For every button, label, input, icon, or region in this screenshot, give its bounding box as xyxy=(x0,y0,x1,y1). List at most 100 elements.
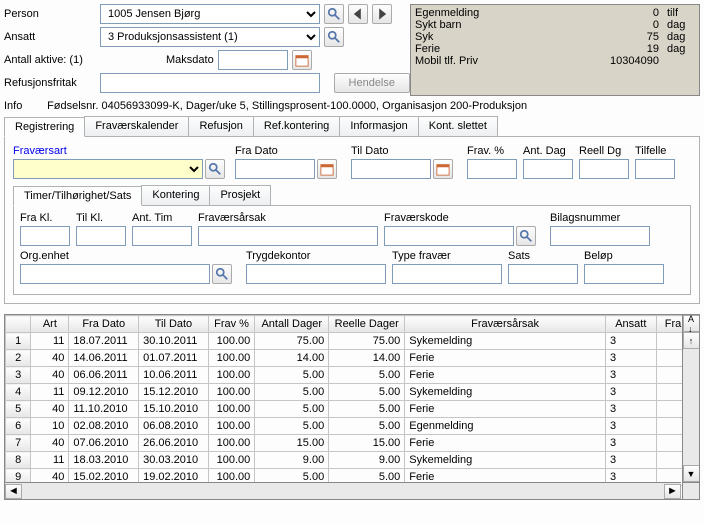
maksdato-input[interactable] xyxy=(218,50,288,70)
registrering-panel: Fraværsart Fra Dato Til Dato Frav. % Ant… xyxy=(4,137,700,304)
row-number[interactable]: 4 xyxy=(6,384,31,401)
fravaerskode-input[interactable] xyxy=(384,226,514,246)
fravaersart-select[interactable] xyxy=(13,159,203,179)
belop-input[interactable] xyxy=(584,264,664,284)
tab-refusjon[interactable]: Refusjon xyxy=(188,116,253,136)
trygdekontor-label: Trygdekontor xyxy=(246,250,386,262)
column-header[interactable]: Art xyxy=(31,316,69,333)
main-tabs: RegistreringFraværskalenderRefusjonRef.k… xyxy=(4,116,700,137)
search-icon[interactable] xyxy=(324,27,344,47)
vertical-scrollbar[interactable]: A↓ ↑ ▼ xyxy=(682,315,699,482)
type-fravaer-label: Type fravær xyxy=(392,250,502,262)
stat-value: 19 xyxy=(603,43,659,55)
column-header[interactable]: Ansatt xyxy=(605,316,656,333)
table-row[interactable]: 81118.03.201030.03.2010100.009.009.00Syk… xyxy=(6,452,699,469)
tab-registrering[interactable]: Registrering xyxy=(4,117,85,137)
search-icon[interactable] xyxy=(212,264,232,284)
frav-pct-input[interactable] xyxy=(467,159,517,179)
next-record-button[interactable] xyxy=(372,4,392,24)
til-kl-label: Til Kl. xyxy=(76,212,126,224)
hendelse-button[interactable]: Hendelse xyxy=(334,73,410,93)
table-row[interactable]: 61002.08.201006.08.2010100.005.005.00Ege… xyxy=(6,418,699,435)
tab-kont-slettet[interactable]: Kont. slettet xyxy=(418,116,498,136)
frav-pct-label: Frav. % xyxy=(467,145,517,157)
stat-value: 10304090 xyxy=(603,55,659,67)
column-header[interactable]: Fra Dato xyxy=(69,316,139,333)
column-header[interactable] xyxy=(6,316,31,333)
tab-ref-kontering[interactable]: Ref.kontering xyxy=(253,116,340,136)
scroll-left-icon[interactable]: ◄ xyxy=(5,484,22,499)
row-number[interactable]: 3 xyxy=(6,367,31,384)
ant-tim-input[interactable] xyxy=(132,226,192,246)
search-icon[interactable] xyxy=(205,159,225,179)
person-select[interactable]: 1005 Jensen Bjørg xyxy=(100,4,320,24)
table-row[interactable]: 54011.10.201015.10.2010100.005.005.00Fer… xyxy=(6,401,699,418)
ansatt-select[interactable]: 3 Produksjonsassistent (1) xyxy=(100,27,320,47)
subtab-timer-tilh-righet-sats[interactable]: Timer/Tilhørighet/Sats xyxy=(13,186,142,206)
stat-name: Egenmelding xyxy=(415,7,603,19)
table-row[interactable]: 34006.06.201110.06.2011100.005.005.00Fer… xyxy=(6,367,699,384)
person-label: Person xyxy=(4,8,96,20)
stat-row: Syk75dag xyxy=(415,31,695,43)
horizontal-scrollbar[interactable]: ◄ ► xyxy=(5,482,681,499)
stat-row: Sykt barn0dag xyxy=(415,19,695,31)
fra-dato-input[interactable] xyxy=(235,159,315,179)
type-fravaer-input[interactable] xyxy=(392,264,502,284)
stats-panel: Egenmelding0tilfSykt barn0dagSyk75dagFer… xyxy=(410,4,700,96)
bilagsnummer-input[interactable] xyxy=(550,226,650,246)
ant-dag-input[interactable] xyxy=(523,159,573,179)
column-header[interactable]: Antall Dager xyxy=(255,316,329,333)
tab-frav-rskalender[interactable]: Fraværskalender xyxy=(84,116,189,136)
info-text: Fødselsnr. 04056933099-K, Dager/uke 5, S… xyxy=(47,100,527,112)
row-number[interactable]: 5 xyxy=(6,401,31,418)
calendar-icon[interactable] xyxy=(433,159,453,179)
row-number[interactable]: 7 xyxy=(6,435,31,452)
column-header[interactable]: Frav % xyxy=(208,316,254,333)
til-dato-input[interactable] xyxy=(351,159,431,179)
stat-row: Egenmelding0tilf xyxy=(415,7,695,19)
scroll-down-icon[interactable]: ▼ xyxy=(683,465,700,482)
sort-asc-icon[interactable]: A↓ xyxy=(683,315,700,332)
calendar-icon[interactable] xyxy=(317,159,337,179)
grid-table[interactable]: ArtFra DatoTil DatoFrav %Antall DagerRee… xyxy=(5,315,699,486)
fravaersart-label[interactable]: Fraværsart xyxy=(13,145,229,157)
row-number[interactable]: 6 xyxy=(6,418,31,435)
maksdato-label: Maksdato xyxy=(166,54,214,66)
row-number[interactable]: 2 xyxy=(6,350,31,367)
sats-input[interactable] xyxy=(508,264,578,284)
stat-name: Ferie xyxy=(415,43,603,55)
refusjonsfritak-input[interactable] xyxy=(100,73,320,93)
table-row[interactable]: 74007.06.201026.06.2010100.0015.0015.00F… xyxy=(6,435,699,452)
stat-name: Syk xyxy=(415,31,603,43)
trygdekontor-input[interactable] xyxy=(246,264,386,284)
til-kl-input[interactable] xyxy=(76,226,126,246)
tab-informasjon[interactable]: Informasjon xyxy=(339,116,418,136)
stat-unit: dag xyxy=(667,19,695,31)
column-header[interactable]: Fraværsårsak xyxy=(405,316,606,333)
belop-label: Beløp xyxy=(584,250,664,262)
scroll-right-icon[interactable]: ► xyxy=(664,484,681,499)
sort-desc-icon[interactable]: ↑ xyxy=(683,332,700,349)
tilfelle-input[interactable] xyxy=(635,159,675,179)
search-icon[interactable] xyxy=(324,4,344,24)
stat-unit: dag xyxy=(667,43,695,55)
table-row[interactable]: 11118.07.201130.10.2011100.0075.0075.00S… xyxy=(6,333,699,350)
column-header[interactable]: Reelle Dager xyxy=(329,316,405,333)
fra-kl-input[interactable] xyxy=(20,226,70,246)
subtab-kontering[interactable]: Kontering xyxy=(141,185,210,205)
reell-dg-input[interactable] xyxy=(579,159,629,179)
subtab-prosjekt[interactable]: Prosjekt xyxy=(209,185,271,205)
org-enhet-input[interactable] xyxy=(20,264,210,284)
fravaersarsak-input[interactable] xyxy=(198,226,378,246)
prev-record-button[interactable] xyxy=(348,4,368,24)
search-icon[interactable] xyxy=(516,226,536,246)
fravaerskode-label: Fraværskode xyxy=(384,212,544,224)
info-label: Info xyxy=(4,100,44,112)
row-number[interactable]: 1 xyxy=(6,333,31,350)
calendar-icon[interactable] xyxy=(292,50,312,70)
stat-unit: tilf xyxy=(667,7,695,19)
row-number[interactable]: 8 xyxy=(6,452,31,469)
table-row[interactable]: 24014.06.201101.07.2011100.0014.0014.00F… xyxy=(6,350,699,367)
column-header[interactable]: Til Dato xyxy=(139,316,209,333)
table-row[interactable]: 41109.12.201015.12.2010100.005.005.00Syk… xyxy=(6,384,699,401)
